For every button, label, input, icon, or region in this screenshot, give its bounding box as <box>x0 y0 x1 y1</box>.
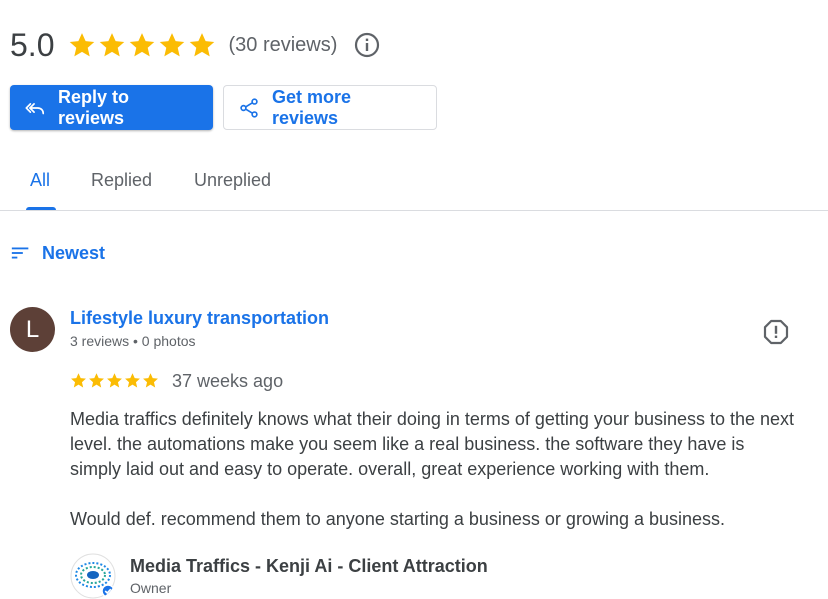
star-icon <box>130 33 155 57</box>
tab-unreplied[interactable]: Unreplied <box>194 170 271 191</box>
owner-name: Media Traffics - Kenji Ai - Client Attra… <box>130 556 488 576</box>
owner-logo-avatar <box>70 553 116 599</box>
star-icon <box>125 373 140 388</box>
star-icon <box>71 373 86 388</box>
review-count: (30 reviews) <box>228 33 338 56</box>
share-icon <box>240 97 258 118</box>
star-icon <box>100 33 125 57</box>
get-more-reviews-button[interactable]: Get more reviews <box>223 85 437 130</box>
review-stars <box>70 372 159 389</box>
rating-stars <box>68 31 216 59</box>
star-icon <box>190 33 215 57</box>
reply-all-icon <box>25 102 45 114</box>
reply-to-reviews-label: Reply to reviews <box>58 86 130 128</box>
review-body: Media traffics definitely knows what the… <box>70 407 800 532</box>
review-actions: Reply to reviews Get more reviews <box>10 85 437 130</box>
owner-role: Owner <box>130 580 172 596</box>
review-time: 37 weeks ago <box>172 371 284 391</box>
reviewer-name[interactable]: Lifestyle luxury transportation <box>70 308 329 329</box>
info-icon[interactable] <box>353 31 381 59</box>
star-icon <box>160 33 185 57</box>
reply-to-reviews-button[interactable]: Reply to reviews <box>10 85 213 130</box>
star-icon <box>143 373 158 388</box>
tab-all[interactable]: All <box>30 170 50 191</box>
get-more-reviews-label: Get more reviews <box>272 86 352 128</box>
review-paragraph: Media traffics definitely knows what the… <box>70 409 795 479</box>
report-icon[interactable] <box>763 319 789 345</box>
sort-button[interactable]: Newest <box>10 242 105 264</box>
star-icon <box>89 373 104 388</box>
reviewer-meta: 3 reviews • 0 photos <box>70 333 196 349</box>
active-tab-indicator <box>26 207 56 210</box>
review-filter-tabs: All Replied Unreplied <box>0 152 828 211</box>
rating-score: 5.0 <box>10 27 55 63</box>
sort-icon <box>11 247 29 259</box>
tab-replied[interactable]: Replied <box>91 170 152 191</box>
sort-label: Newest <box>42 242 106 263</box>
review-paragraph: Would def. recommend them to anyone star… <box>70 509 726 529</box>
rating-summary: 5.0 (30 reviews) <box>10 24 381 66</box>
star-icon <box>107 373 122 388</box>
reviewer-avatar[interactable]: L <box>10 307 55 352</box>
star-icon <box>70 33 95 57</box>
